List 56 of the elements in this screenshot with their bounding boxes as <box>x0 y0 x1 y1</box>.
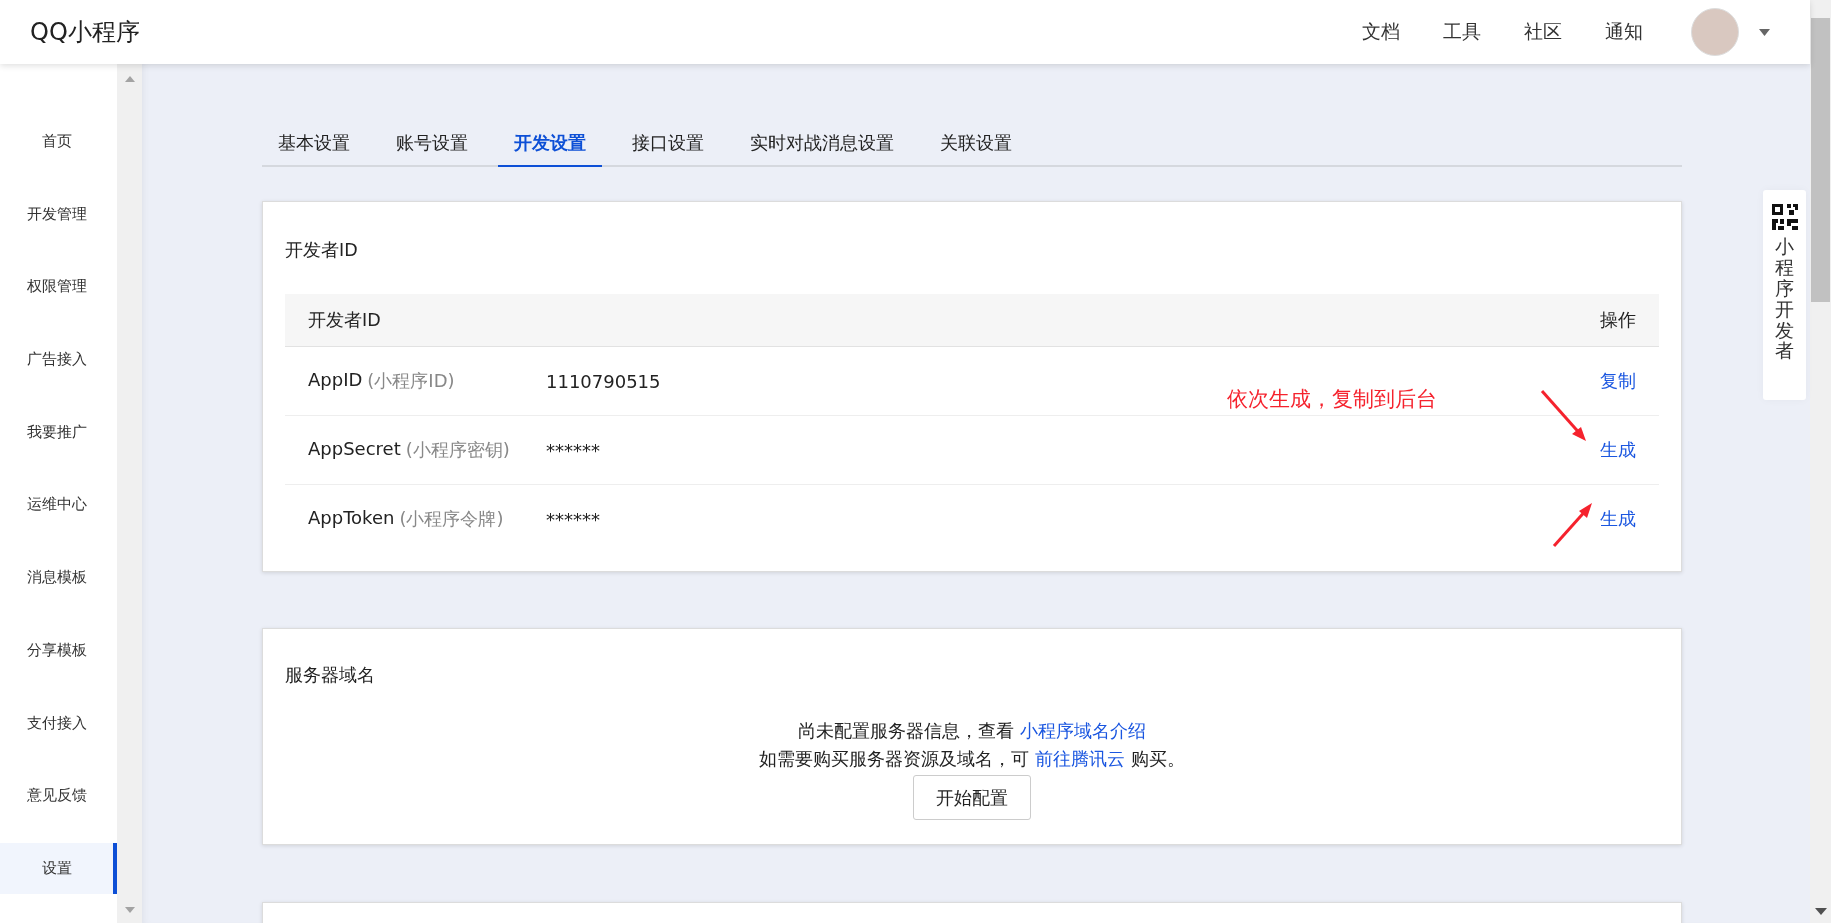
sidebar-item[interactable]: 意见反馈 <box>0 770 117 822</box>
link[interactable]: 小程序域名介绍 <box>1019 721 1146 741</box>
sidebar-item[interactable]: 首页 <box>0 116 117 167</box>
action-link[interactable]: 生成 <box>1600 438 1636 462</box>
field-name: AppSecret <box>308 438 401 461</box>
avatar-placeholder[interactable] <box>1691 8 1739 56</box>
start-config-button[interactable]: 开始配置 <box>913 775 1031 820</box>
caret-icon[interactable] <box>1759 28 1770 36</box>
nav-link[interactable]: 社区 <box>1524 19 1562 45</box>
section-title: 开发者ID <box>285 239 359 262</box>
sidebar-item[interactable]: 权限管理 <box>0 261 117 313</box>
sidebar-item[interactable]: 运维中心 <box>0 479 117 531</box>
qr-code-icon <box>1771 204 1798 230</box>
sidebar-item[interactable]: 广告接入 <box>0 334 117 386</box>
field-hint: (小程序密钥) <box>405 438 510 462</box>
nav-link[interactable]: 文档 <box>1362 19 1400 45</box>
annotation-arrow <box>1552 503 1592 547</box>
tab[interactable]: 关联设置 <box>924 123 1028 167</box>
scrollbar-thumb[interactable] <box>1811 18 1830 302</box>
tab[interactable]: 基本设置 <box>262 123 366 167</box>
sidebar-scrollbar[interactable] <box>117 64 142 923</box>
sidebar-item[interactable]: 支付接入 <box>0 697 117 749</box>
link[interactable]: 前往腾讯云 <box>1035 749 1125 769</box>
sidebar-item[interactable]: 分享模板 <box>0 624 117 676</box>
scroll-down-icon[interactable] <box>1814 908 1827 915</box>
field-name: AppToken <box>308 507 395 530</box>
action-link[interactable]: 复制 <box>1600 369 1636 393</box>
nav-link[interactable]: 工具 <box>1443 19 1481 45</box>
annotation-arrow <box>1540 390 1586 441</box>
tab[interactable]: 实时对战消息设置 <box>734 123 910 167</box>
annotation-text: 依次生成，复制到后台 <box>1227 386 1437 413</box>
action-link[interactable]: 生成 <box>1600 507 1636 531</box>
info-text: 如需要购买服务器资源及域名，可 前往腾讯云 购买。 <box>759 748 1185 771</box>
floating-panel-label: 小程序开发者 <box>1775 236 1794 362</box>
tab[interactable]: 账号设置 <box>380 123 484 167</box>
column-header: 操作 <box>1600 309 1636 332</box>
section-title: 服务器域名 <box>285 664 376 687</box>
scroll-up-icon[interactable] <box>124 76 135 82</box>
sidebar-item[interactable]: 消息模板 <box>0 552 117 604</box>
tab[interactable]: 接口设置 <box>616 123 720 167</box>
field-value: 1110790515 <box>546 370 662 392</box>
app-logo: QQ小程序 <box>30 17 141 48</box>
page-scrollbar[interactable] <box>1810 0 1831 923</box>
field-hint: (小程序ID) <box>367 369 455 393</box>
field-value: ****** <box>546 439 601 461</box>
sidebar-item[interactable]: 我要推广 <box>0 406 117 458</box>
tab[interactable]: 开发设置 <box>498 123 602 167</box>
info-text: 尚未配置服务器信息，查看 小程序域名介绍 <box>798 720 1146 743</box>
field-name: AppID <box>308 369 363 392</box>
nav-link[interactable]: 通知 <box>1605 19 1643 45</box>
sidebar-item[interactable]: 设置 <box>0 842 117 894</box>
field-value: ****** <box>546 508 601 530</box>
column-header: 开发者ID <box>308 309 381 332</box>
floating-panel[interactable]: 小程序开发者 <box>1763 190 1806 400</box>
sidebar-item[interactable]: 开发管理 <box>0 188 117 240</box>
field-hint: (小程序令牌) <box>399 507 504 531</box>
